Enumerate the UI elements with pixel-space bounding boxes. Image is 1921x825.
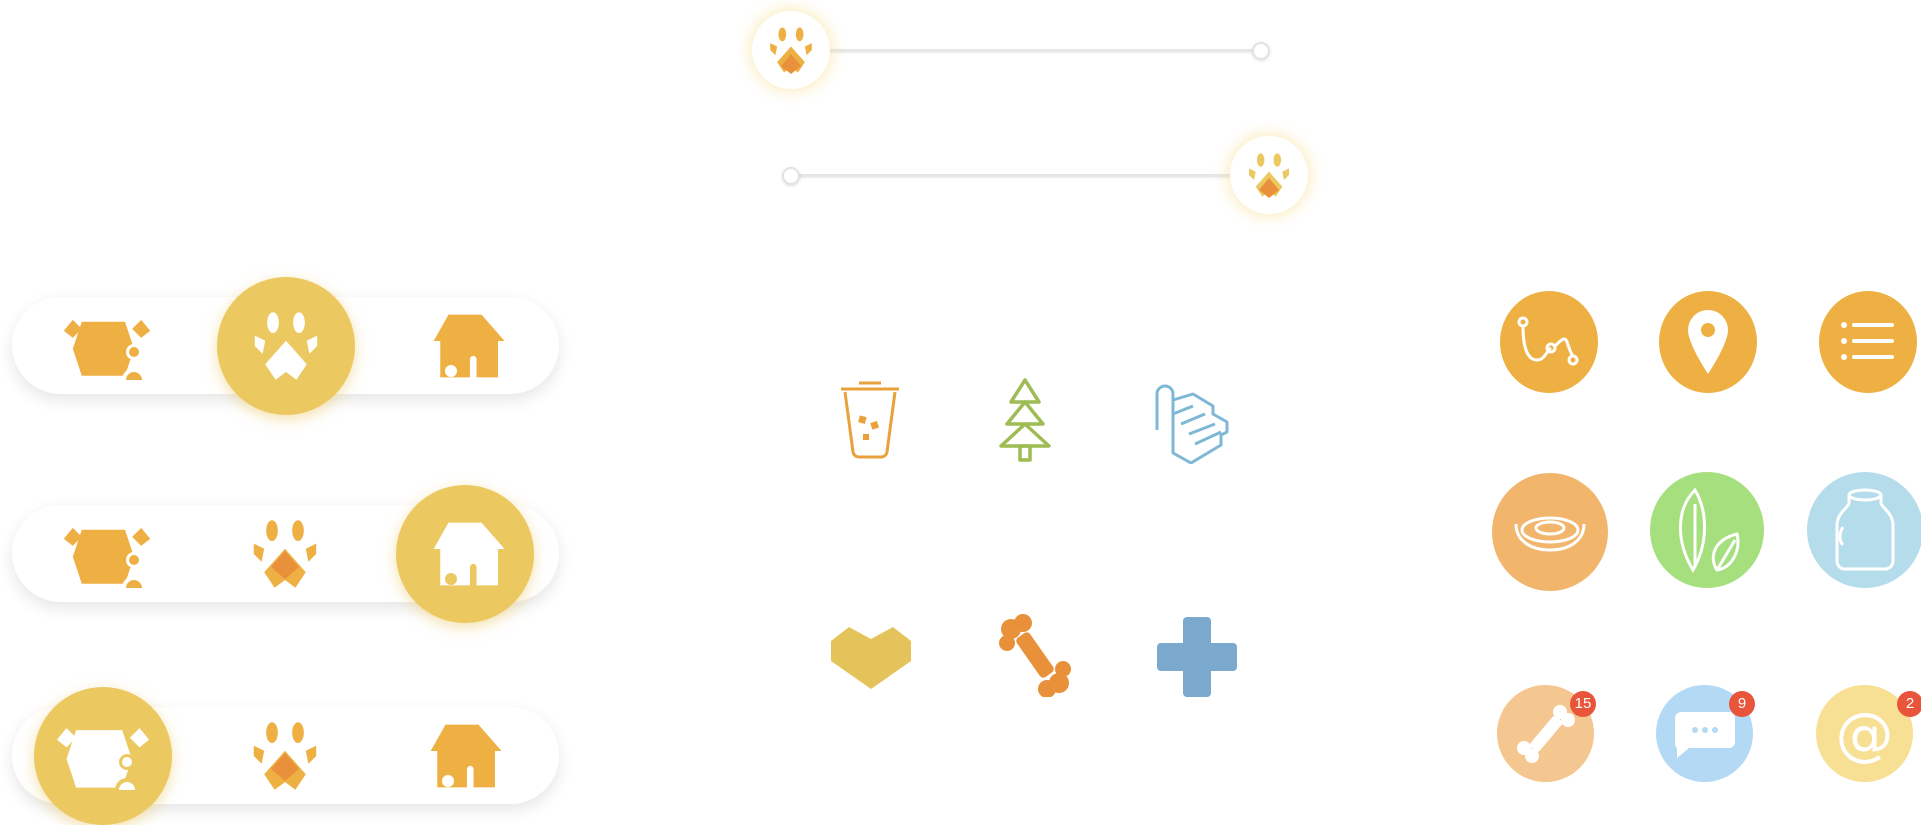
dog-house-icon xyxy=(420,723,504,789)
tab-bar-2 xyxy=(12,484,559,623)
location-button[interactable] xyxy=(1659,291,1757,393)
bone-icon xyxy=(990,610,1080,700)
tab-house[interactable] xyxy=(420,301,510,391)
slider-track[interactable] xyxy=(794,49,1264,52)
tab-carrier[interactable] xyxy=(34,686,172,825)
tab-carrier[interactable] xyxy=(62,301,152,391)
tab-bar-1 xyxy=(12,276,559,415)
bone-notification-button[interactable]: 15 xyxy=(1497,685,1596,782)
slider-top[interactable] xyxy=(752,11,1272,89)
cat-stairs-icon xyxy=(1150,378,1236,466)
tab-house[interactable] xyxy=(417,711,507,801)
jar-icon xyxy=(1835,488,1895,571)
paw-icon xyxy=(247,307,325,385)
paw-icon xyxy=(246,717,324,795)
slider-bottom[interactable] xyxy=(782,136,1308,214)
food-bowl-icon xyxy=(1514,516,1586,552)
list-button[interactable] xyxy=(1819,291,1917,393)
slider-start-handle[interactable] xyxy=(782,167,800,185)
location-pin-icon xyxy=(1688,310,1728,374)
pet-carrier-icon xyxy=(55,722,151,790)
leaves-button[interactable] xyxy=(1650,472,1764,588)
tree-icon xyxy=(985,375,1065,465)
paw-icon xyxy=(1244,150,1294,198)
dog-house-icon xyxy=(423,521,507,587)
paw-icon xyxy=(246,515,324,593)
slider-track[interactable] xyxy=(790,174,1266,177)
tab-bar-3 xyxy=(12,686,559,825)
tab-paw[interactable] xyxy=(240,509,330,599)
route-icon xyxy=(1517,316,1579,366)
paw-icon xyxy=(765,24,817,74)
notification-badge: 15 xyxy=(1570,691,1596,717)
leaves-icon xyxy=(1679,487,1740,573)
chat-icon xyxy=(1674,711,1735,758)
dog-house-icon xyxy=(423,313,507,379)
notification-badge: 9 xyxy=(1729,691,1755,717)
litter-bin-icon xyxy=(830,380,910,460)
pet-carrier-icon xyxy=(62,520,152,588)
route-button[interactable] xyxy=(1500,291,1598,393)
at-icon: @ xyxy=(1835,699,1894,768)
plus-icon[interactable] xyxy=(1152,612,1242,702)
slider-thumb[interactable] xyxy=(752,11,830,89)
jar-button[interactable] xyxy=(1807,472,1921,588)
tab-carrier[interactable] xyxy=(62,509,152,599)
chat-notification-button[interactable]: 9 xyxy=(1656,685,1755,782)
bone-icon xyxy=(1516,704,1575,763)
mention-notification-button[interactable]: @ 2 xyxy=(1816,685,1921,782)
pet-carrier-icon xyxy=(62,312,152,380)
slider-thumb[interactable] xyxy=(1230,136,1308,214)
tab-house[interactable] xyxy=(396,484,534,623)
tab-paw[interactable] xyxy=(240,711,330,801)
tab-paw[interactable] xyxy=(217,276,355,415)
food-bowl-button[interactable] xyxy=(1492,473,1608,591)
heart-icon xyxy=(826,615,916,695)
list-icon xyxy=(1841,322,1894,360)
slider-end-handle[interactable] xyxy=(1252,42,1270,60)
notification-badge: 2 xyxy=(1897,691,1921,717)
